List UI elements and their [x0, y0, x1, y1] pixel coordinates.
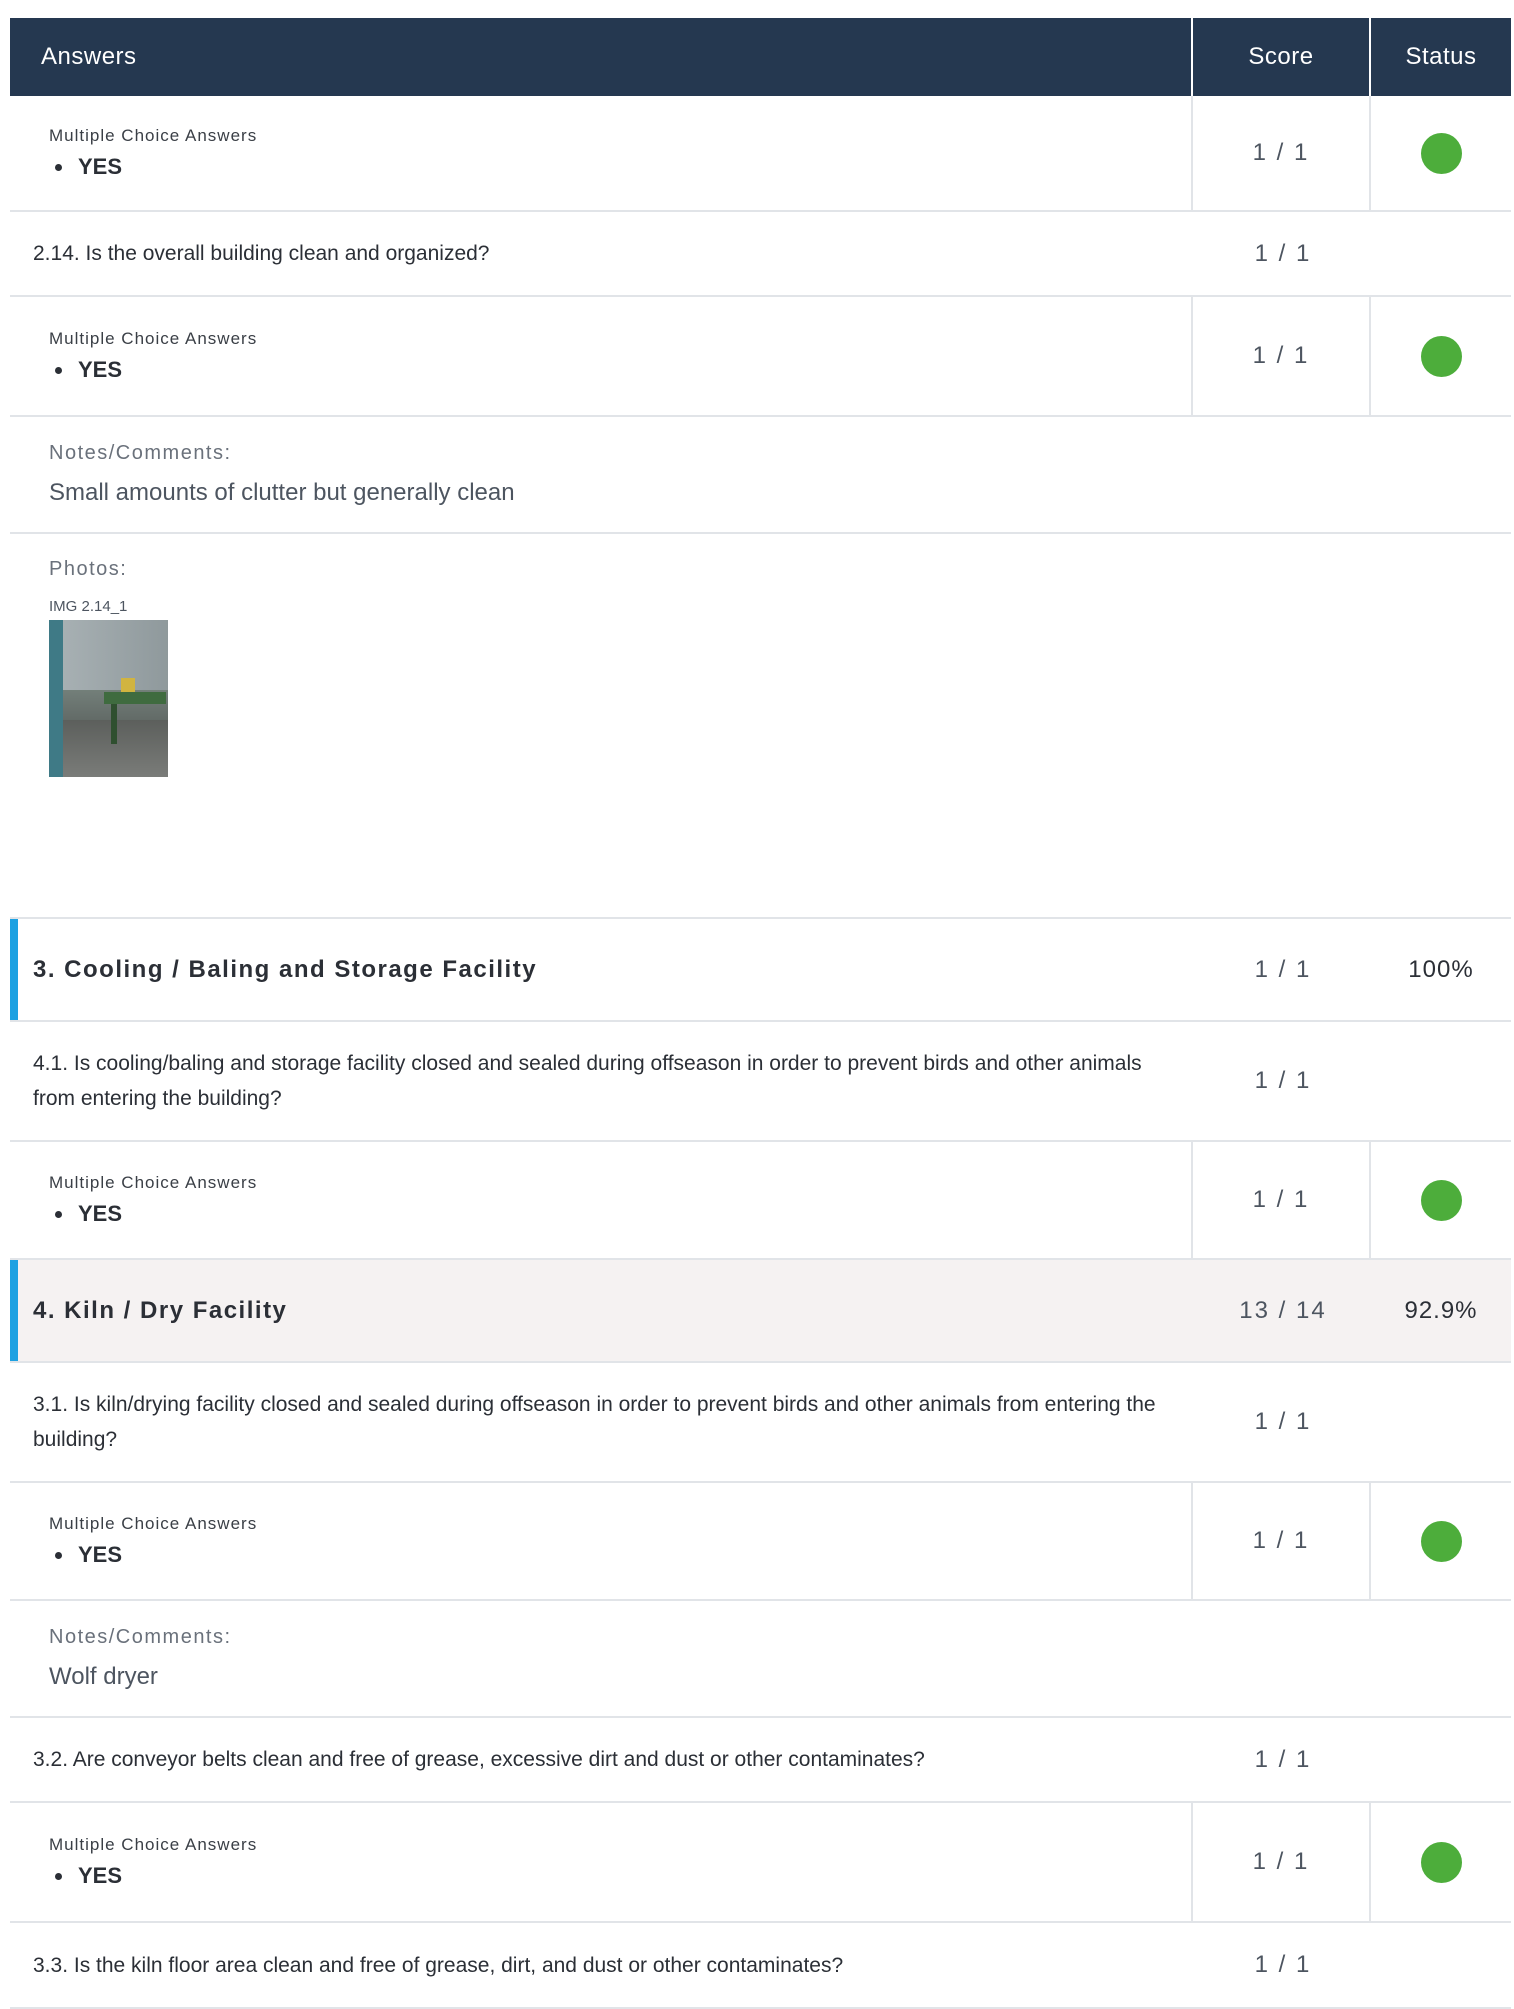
question-row: 4.1. Is cooling/baling and storage facil… — [10, 1022, 1511, 1142]
multiple-choice-answer-row: Multiple Choice Answers YES 1 / 1 — [10, 96, 1511, 212]
score-value: 1 / 1 — [1191, 297, 1369, 415]
photo-thumbnail[interactable] — [49, 620, 168, 777]
score-value: 1 / 1 — [1254, 1951, 1312, 1978]
question-text: 3.2. Are conveyor belts clean and free o… — [33, 1748, 925, 1771]
section-accent-bar — [10, 919, 18, 1020]
section-score: 13 / 14 — [1239, 1296, 1327, 1324]
notes-text: Small amounts of clutter but generally c… — [49, 479, 515, 506]
score-value: 1 / 1 — [1191, 1803, 1369, 1921]
section-header-row: 3. Cooling / Baling and Storage Facility… — [10, 919, 1511, 1022]
score-value: 1 / 1 — [1191, 1142, 1369, 1258]
notes-label: Notes/Comments: — [49, 1626, 232, 1648]
bullet-icon — [55, 1210, 62, 1218]
section-accent-bar — [10, 1260, 18, 1361]
score-value: 1 / 1 — [1254, 1408, 1312, 1435]
question-text: 3.3. Is the kiln floor area clean and fr… — [33, 1953, 844, 1977]
status-column-header: Status — [1369, 18, 1511, 96]
multiple-choice-answer-row: Multiple Choice Answers YES 1 / 1 — [10, 1483, 1511, 1601]
multiple-choice-label: Multiple Choice Answers — [49, 329, 258, 348]
table-header: Answers Score Status — [10, 18, 1511, 96]
multiple-choice-label: Multiple Choice Answers — [49, 126, 258, 145]
answer-value: YES — [78, 357, 123, 382]
score-value: 1 / 1 — [1191, 96, 1369, 210]
multiple-choice-answer-row: Multiple Choice Answers YES 1 / 1 — [10, 1803, 1511, 1923]
question-text: 2.14. Is the overall building clean and … — [33, 242, 490, 265]
section-score: 1 / 1 — [1254, 955, 1312, 983]
status-pass-icon — [1420, 1841, 1462, 1883]
bullet-icon — [55, 1872, 62, 1880]
multiple-choice-answer-row: Multiple Choice Answers YES 1 / 1 — [10, 297, 1511, 417]
notes-text: Wolf dryer — [49, 1663, 158, 1690]
question-row: 3.1. Is kiln/drying facility closed and … — [10, 1363, 1511, 1483]
status-pass-icon — [1420, 335, 1462, 377]
question-row: 2.14. Is the overall building clean and … — [10, 212, 1511, 297]
status-pass-icon — [1420, 1179, 1462, 1221]
question-text: 3.1. Is kiln/drying facility closed and … — [33, 1393, 1156, 1451]
multiple-choice-label: Multiple Choice Answers — [49, 1173, 258, 1192]
answer-value: YES — [78, 154, 123, 179]
bullet-icon — [55, 163, 62, 171]
notes-row: Notes/Comments: Small amounts of clutter… — [10, 417, 1511, 534]
answers-column-header: Answers — [41, 43, 137, 70]
bullet-icon — [55, 366, 62, 374]
score-value: 1 / 1 — [1254, 1067, 1312, 1094]
notes-label: Notes/Comments: — [49, 442, 232, 464]
multiple-choice-label: Multiple Choice Answers — [49, 1514, 258, 1533]
notes-row: Notes/Comments: Wolf dryer — [10, 1601, 1511, 1718]
photos-section: Photos: IMG 2.14_1 — [10, 534, 1511, 919]
multiple-choice-answer-row: Multiple Choice Answers YES 1 / 1 — [10, 1142, 1511, 1260]
photos-label: Photos: — [49, 558, 128, 580]
section-title: 3. Cooling / Baling and Storage Facility — [33, 955, 538, 983]
answer-value: YES — [78, 1542, 123, 1567]
bullet-icon — [55, 1551, 62, 1559]
question-row: 3.2. Are conveyor belts clean and free o… — [10, 1718, 1511, 1803]
score-value: 1 / 1 — [1191, 1483, 1369, 1599]
inspection-report: Answers Score Status Multiple Choice Ans… — [10, 18, 1511, 2009]
question-text: 4.1. Is cooling/baling and storage facil… — [33, 1052, 1142, 1110]
multiple-choice-label: Multiple Choice Answers — [49, 1835, 258, 1854]
answer-value: YES — [78, 1201, 123, 1226]
section-percent: 100% — [1408, 955, 1474, 983]
status-pass-icon — [1420, 132, 1462, 174]
answer-value: YES — [78, 1863, 123, 1888]
section-percent: 92.9% — [1404, 1296, 1478, 1324]
score-column-header: Score — [1191, 18, 1369, 96]
question-row: 3.3. Is the kiln floor area clean and fr… — [10, 1923, 1511, 2009]
status-pass-icon — [1420, 1520, 1462, 1562]
photo-caption: IMG 2.14_1 — [49, 598, 128, 615]
score-value: 1 / 1 — [1254, 1745, 1312, 1773]
section-header-row: 4. Kiln / Dry Facility 13 / 14 92.9% — [10, 1260, 1511, 1363]
section-title: 4. Kiln / Dry Facility — [33, 1296, 288, 1324]
score-value: 1 / 1 — [1254, 239, 1312, 267]
